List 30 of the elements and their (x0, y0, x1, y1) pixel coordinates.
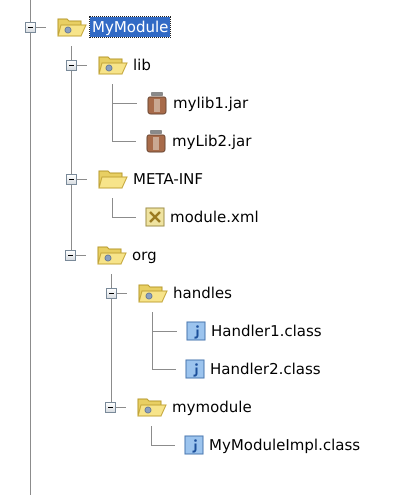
folder-icon (98, 54, 128, 76)
java-class-icon (184, 435, 204, 455)
collapse-toggle[interactable] (66, 174, 77, 184)
folder-icon (137, 396, 167, 418)
folder-icon (138, 282, 168, 304)
jar-icon (146, 91, 168, 115)
folder-icon (57, 16, 87, 38)
tree-item-label[interactable]: handles (171, 283, 234, 303)
tree-item-label[interactable]: lib (131, 55, 153, 75)
java-class-icon (186, 321, 206, 341)
tree-item-label[interactable]: mylib1.jar (171, 93, 250, 113)
folder-icon (97, 244, 127, 266)
tree-item-label[interactable]: Handler2.class (208, 359, 323, 379)
collapse-toggle[interactable] (65, 250, 76, 260)
xml-file-icon (145, 207, 165, 227)
java-class-icon (185, 359, 205, 379)
tree-item-label[interactable]: mymodule (170, 397, 254, 417)
collapse-toggle[interactable] (66, 60, 77, 70)
tree-item-label[interactable]: myLib2.jar (170, 131, 254, 151)
folder-icon (98, 168, 128, 190)
jar-icon (145, 129, 167, 153)
tree-item-label[interactable]: MyModuleImpl.class (207, 435, 362, 455)
tree-item-label[interactable]: org (130, 245, 159, 265)
collapse-toggle[interactable] (25, 22, 36, 32)
collapse-toggle[interactable] (105, 402, 116, 412)
tree-item-label[interactable]: META-INF (131, 169, 206, 189)
collapse-toggle[interactable] (106, 288, 117, 298)
tree-item-label[interactable]: Handler1.class (209, 321, 324, 341)
tree-item-label[interactable]: module.xml (168, 207, 261, 227)
tree-item-label[interactable]: MyModule (90, 17, 170, 37)
